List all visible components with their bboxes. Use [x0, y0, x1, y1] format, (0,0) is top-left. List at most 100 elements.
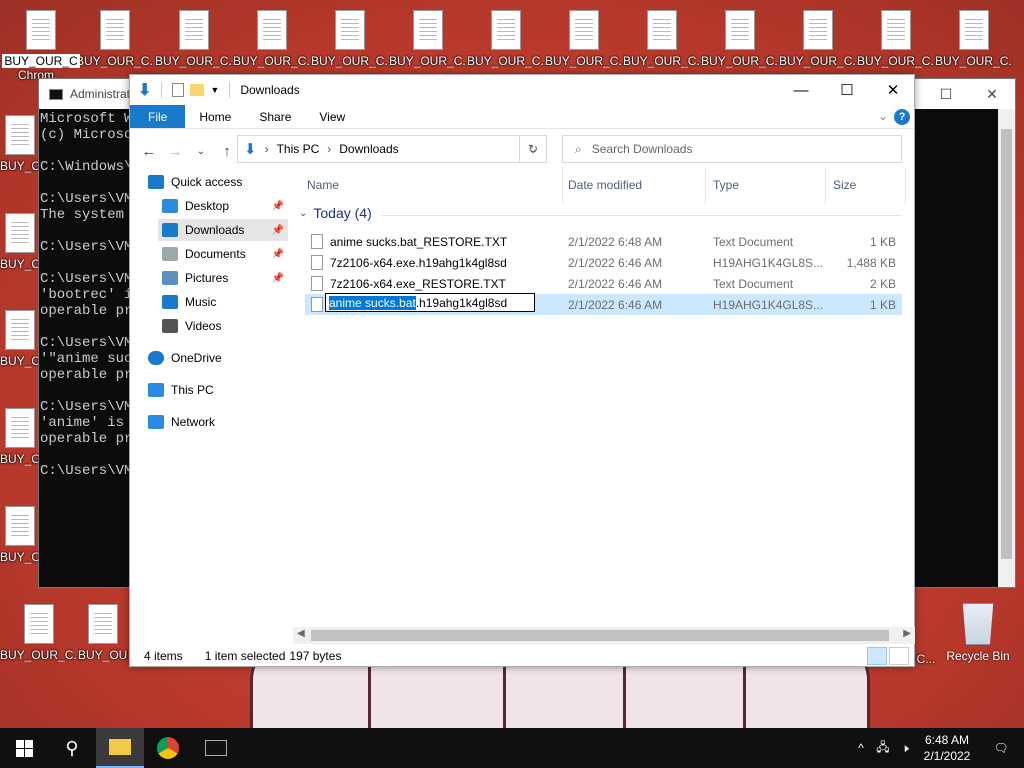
desktop-icon-file[interactable]: BUY_O: [0, 506, 40, 564]
file-icon: [311, 276, 323, 291]
group-header-today[interactable]: ⌄ Today (4): [299, 205, 901, 221]
cmd-line: [40, 175, 129, 191]
search-input[interactable]: ⌕ Search Downloads: [562, 135, 902, 163]
scrollbar-thumb[interactable]: [311, 630, 889, 641]
search-button[interactable]: ⚲: [48, 728, 96, 768]
desktop-icon-recycle-bin[interactable]: Recycle Bin: [938, 603, 1018, 663]
desktop-icon-file[interactable]: BUY_OUR_C...: [389, 10, 467, 68]
file-size: 1 KB: [869, 234, 896, 249]
file-name: 7z2106-x64.exe_RESTORE.TXT: [330, 276, 506, 291]
up-button[interactable]: ↑: [216, 140, 238, 162]
nav-item-quick-access[interactable]: Quick access: [148, 171, 288, 193]
details-view-button[interactable]: [867, 647, 887, 665]
nav-item-onedrive[interactable]: OneDrive: [148, 347, 288, 369]
breadcrumb-this-pc[interactable]: This PC: [277, 142, 320, 156]
cmd-close-button[interactable]: ✕: [969, 79, 1015, 109]
desktop-icon-file[interactable]: BUY_OUR_C...: [779, 10, 857, 68]
column-header-name[interactable]: Name: [293, 167, 563, 203]
network-icon[interactable]: 🖧: [872, 738, 894, 759]
file-row[interactable]: 7z2106-x64.exe_RESTORE.TXT 2/1/2022 6:46 …: [305, 273, 902, 294]
desktop-icon-file[interactable]: BUY_O: [0, 408, 40, 466]
help-icon[interactable]: ?: [894, 109, 910, 125]
notifications-icon[interactable]: 🗨: [978, 741, 1024, 755]
maximize-button[interactable]: ☐: [824, 75, 870, 105]
nav-item-network[interactable]: Network: [148, 411, 288, 433]
desktop-icon-file[interactable]: BUY_OUR_C...: [311, 10, 389, 68]
tab-home[interactable]: Home: [185, 105, 245, 128]
nav-item-desktop[interactable]: Desktop 📌: [158, 195, 288, 217]
column-header-size[interactable]: Size: [826, 167, 906, 203]
tab-file[interactable]: File: [130, 105, 186, 128]
cmd-line: C:\Users\VM: [40, 271, 129, 287]
cmd-maximize-button[interactable]: ☐: [923, 79, 969, 109]
nav-item-music[interactable]: Music: [158, 291, 288, 313]
show-hidden-icons[interactable]: ^: [850, 741, 872, 755]
tab-view[interactable]: View: [305, 105, 359, 128]
start-button[interactable]: [0, 728, 48, 768]
forward-button[interactable]: →: [164, 140, 186, 162]
desktop-icon-file[interactable]: BUY_OUR_C...: [545, 10, 623, 68]
recent-locations-button[interactable]: ⌄: [190, 140, 212, 162]
taskbar-chrome[interactable]: [144, 728, 192, 768]
cmd-scrollbar[interactable]: [998, 109, 1015, 587]
properties-icon[interactable]: [172, 83, 185, 97]
cmd-line: [40, 447, 129, 463]
column-header-type[interactable]: Type: [706, 167, 826, 203]
desktop-icon-file[interactable]: BUY_O: [0, 115, 40, 173]
nav-item-label: Music: [185, 295, 217, 309]
close-button[interactable]: ✕: [870, 75, 916, 105]
desktop-icon-file[interactable]: BUY_OUR_C...: [233, 10, 311, 68]
explorer-window[interactable]: ⬇ ▼ Downloads — ☐ ✕ File Home Share View…: [129, 74, 915, 667]
download-icon: [162, 223, 178, 237]
nav-item-downloads[interactable]: Downloads 📌: [158, 219, 288, 241]
back-button[interactable]: ←: [138, 140, 160, 162]
nav-item-pictures[interactable]: Pictures 📌: [158, 267, 288, 289]
new-folder-icon[interactable]: [190, 84, 205, 96]
taskbar-file-explorer[interactable]: [96, 728, 144, 768]
cmd-line: 'anime' is: [40, 415, 125, 431]
volume-icon[interactable]: 🕨: [894, 741, 916, 756]
scroll-right-icon[interactable]: ▶: [903, 628, 911, 639]
documents-icon: [162, 247, 178, 261]
desktop-icon-chrome[interactable]: BUY_OUR_C Chrom...: [2, 10, 80, 82]
desktop-icon-file[interactable]: BUY_OUR_C...: [155, 10, 233, 68]
file-icon: [647, 10, 677, 50]
refresh-button[interactable]: ↻: [519, 135, 547, 163]
taskbar-cmd[interactable]: [192, 728, 240, 768]
desktop-icon-file[interactable]: BUY_OUR_C...: [857, 10, 935, 68]
search-icon: ⌕: [575, 141, 582, 156]
desktop-icon-file[interactable]: BUY_O: [0, 310, 40, 368]
nav-item-this-pc[interactable]: This PC: [148, 379, 288, 401]
desktop-icon-file[interactable]: BUY_OUR_C...: [467, 10, 545, 68]
nav-item-documents[interactable]: Documents 📌: [158, 243, 288, 265]
chrome-icon: [157, 737, 179, 759]
breadcrumb-downloads[interactable]: Downloads: [339, 142, 398, 156]
horizontal-scrollbar[interactable]: ◀ ▶: [293, 627, 915, 644]
nav-item-videos[interactable]: Videos: [158, 315, 288, 337]
column-header-date[interactable]: Date modified: [563, 167, 706, 203]
tab-share[interactable]: Share: [245, 105, 305, 128]
quick-access-dropdown-icon[interactable]: ▼: [210, 85, 219, 95]
desktop-icon-file[interactable]: BUY_OUR_C...: [701, 10, 779, 68]
large-icons-view-button[interactable]: [889, 647, 909, 665]
clock[interactable]: 6:48 AM 2/1/2022: [916, 732, 978, 764]
file-row[interactable]: 7z2106-x64.exe.h19ahg1k4gl8sd 2/1/2022 6:…: [305, 252, 902, 273]
desktop-icon-file[interactable]: BUY_O: [0, 213, 40, 271]
desktop-icon-file[interactable]: BUY_OUR_C...: [623, 10, 701, 68]
rename-input[interactable]: anime sucks.bat .h19ahg1k4gl8sd: [325, 293, 535, 312]
file-icon: [311, 297, 323, 312]
scroll-left-icon[interactable]: ◀: [297, 628, 305, 639]
ribbon-expand-icon[interactable]: ⌄: [878, 109, 888, 123]
taskbar: ⚲ ^ 🖧 🕨 6:48 AM 2/1/2022 🗨: [0, 728, 1024, 768]
minimize-button[interactable]: —: [778, 75, 824, 105]
desktop-icon-partial[interactable]: C...: [912, 652, 940, 666]
desktop-icon-file[interactable]: BUY_OUR_C...: [76, 10, 154, 68]
desktop-icon-file[interactable]: BUY_OUR_C...: [0, 604, 78, 662]
file-row[interactable]: anime sucks.bat .h19ahg1k4gl8sd 2/1/2022 6…: [305, 293, 902, 315]
file-row[interactable]: anime sucks.bat_RESTORE.TXT 2/1/2022 6:48…: [305, 231, 902, 252]
file-date: 2/1/2022 6:46 AM: [568, 276, 663, 291]
address-bar[interactable]: ⬇ › This PC › Downloads ⌄: [237, 135, 547, 163]
desktop-icon-file[interactable]: BUY_OUR_C: [78, 604, 128, 662]
desktop-icon-file[interactable]: BUY_OUR_C...: [935, 10, 1013, 68]
file-icon: [5, 310, 35, 350]
